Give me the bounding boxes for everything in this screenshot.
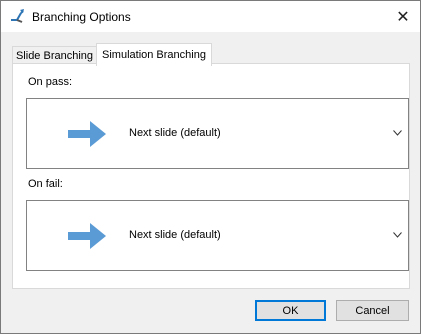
branching-options-dialog: Branching Options ✕ Slide Branching Simu…	[0, 0, 421, 334]
tab-simulation-branching[interactable]: Simulation Branching	[96, 43, 212, 66]
arrow-right-icon	[68, 121, 106, 147]
on-fail-label: On fail:	[28, 178, 63, 190]
close-icon: ✕	[396, 8, 410, 26]
on-pass-dropdown[interactable]: Next slide (default)	[26, 98, 409, 169]
chevron-down-icon	[393, 130, 402, 136]
tab-panel: On pass: Next slide (default) On fail: N…	[12, 63, 410, 289]
title-bar: Branching Options ✕	[1, 1, 420, 32]
on-fail-value: Next slide (default)	[129, 229, 221, 241]
arrow-right-icon	[68, 223, 106, 249]
branching-icon	[11, 9, 24, 23]
on-pass-value: Next slide (default)	[129, 127, 221, 139]
close-button[interactable]: ✕	[386, 1, 420, 32]
ok-button[interactable]: OK	[255, 300, 326, 321]
on-fail-dropdown[interactable]: Next slide (default)	[26, 200, 409, 271]
cancel-button[interactable]: Cancel	[336, 300, 409, 321]
chevron-down-icon	[393, 232, 402, 238]
dialog-title: Branching Options	[32, 10, 131, 24]
on-pass-label: On pass:	[28, 76, 73, 88]
